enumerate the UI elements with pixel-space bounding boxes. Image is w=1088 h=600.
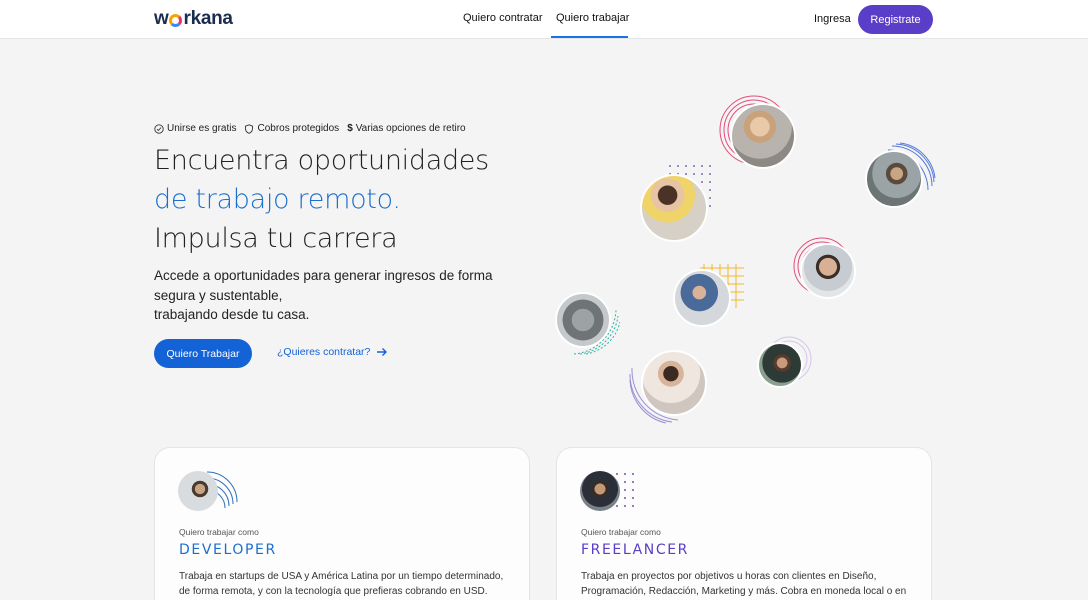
- freelancer-avatar: [580, 471, 620, 511]
- quiero-trabajar-button[interactable]: Quiero Trabajar: [154, 339, 252, 368]
- logo-w: w: [154, 8, 169, 29]
- nav-quiero-trabajar[interactable]: Quiero trabajar: [556, 12, 629, 24]
- photo-woman-headset: [730, 103, 796, 169]
- description-line: Trabaja en startups de USA y América Lat…: [179, 571, 504, 582]
- benefit-label: Unirse es gratis: [167, 123, 237, 134]
- hero-subtitle: Accede a oportunidades para generar ingr…: [154, 266, 524, 325]
- photo-woman-laptop: [640, 174, 708, 242]
- photo-woman-notebook: [673, 269, 731, 327]
- register-button[interactable]: Registrate: [858, 5, 933, 34]
- shield-icon: [245, 123, 254, 134]
- benefit-label: Cobros protegidos: [257, 123, 340, 134]
- photo-woman-floor: [641, 350, 707, 416]
- hero-title-line1: Encuentra oportunidades: [154, 145, 489, 176]
- active-tab-indicator: [551, 36, 628, 38]
- logo-rest: rkana: [183, 8, 233, 29]
- photo-office-desk: [555, 292, 611, 348]
- photo-man-smiling: [800, 243, 856, 299]
- subtitle-line: trabajando desde tu casa.: [154, 307, 310, 322]
- developer-card[interactable]: Quiero trabajar como DEVELOPER Trabaja e…: [154, 447, 530, 600]
- benefit-free: Unirse es gratis: [154, 123, 236, 134]
- card-description: Trabaja en proyectos por objetivos u hor…: [581, 569, 911, 599]
- login-link[interactable]: Ingresa: [814, 13, 851, 25]
- card-kicker: Quiero trabajar como: [179, 527, 259, 537]
- description-line: Trabaja en proyectos por objetivos u hor…: [581, 571, 877, 582]
- benefit-withdraw: $ Varias opciones de retiro: [347, 123, 465, 134]
- description-line: Programación, Redacción, Marketing y más…: [581, 586, 907, 597]
- hero-title-line3: Impulsa tu carrera: [154, 223, 398, 254]
- cta-link-label: ¿Quieres contratar?: [277, 346, 371, 358]
- card-description: Trabaja en startups de USA y América Lat…: [179, 569, 509, 599]
- benefits-row: Unirse es gratis Cobros protegidos $ Var…: [154, 123, 466, 134]
- card-role-developer: DEVELOPER: [179, 542, 277, 558]
- workana-logo[interactable]: w rkana: [154, 8, 233, 30]
- dollar-icon: $: [347, 123, 353, 134]
- description-line: de forma remota, y con la tecnología que…: [179, 586, 488, 597]
- photo-woman-monitor: [757, 342, 803, 388]
- freelancer-card[interactable]: Quiero trabajar como FREELANCER Trabaja …: [556, 447, 932, 600]
- logo-ring-icon: [169, 13, 183, 27]
- benefit-protected: Cobros protegidos: [244, 123, 339, 134]
- benefit-label: Varias opciones de retiro: [355, 123, 466, 134]
- developer-avatar: [178, 471, 218, 511]
- hero-title-line2: de trabajo remoto.: [154, 184, 401, 215]
- quieres-contratar-link[interactable]: ¿Quieres contratar?: [277, 346, 388, 358]
- subtitle-line: segura y sustentable,: [154, 287, 283, 303]
- card-role-freelancer: FREELANCER: [581, 542, 689, 558]
- check-circle-icon: [154, 123, 164, 134]
- arrow-right-icon: [377, 348, 388, 356]
- nav-quiero-contratar[interactable]: Quiero contratar: [463, 12, 542, 24]
- subtitle-line: Accede a oportunidades para generar ingr…: [154, 268, 493, 283]
- card-kicker: Quiero trabajar como: [581, 527, 661, 537]
- top-navbar: w rkana Quiero contratar Quiero trabajar …: [0, 0, 1088, 39]
- photo-man-desk: [865, 150, 923, 208]
